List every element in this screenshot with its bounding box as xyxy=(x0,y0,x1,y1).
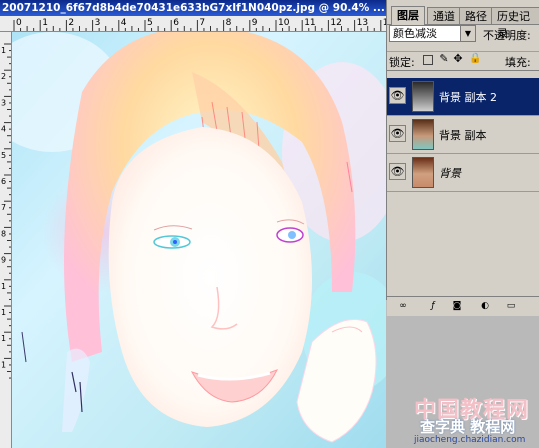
layer-name: 背景 副本 xyxy=(439,129,487,142)
horizontal-ruler[interactable]: 01234567891011121314 xyxy=(0,16,386,32)
eye-icon[interactable]: 👁 xyxy=(389,163,406,180)
ruler-tick-label: 8 xyxy=(1,229,6,238)
layers-panel: 图层 通道 路径 历史记录 颜色减淡 ▼ 不透明度: 锁定: ✎ ✥ 🔒 填充:… xyxy=(386,0,539,316)
layer-thumbnail xyxy=(412,119,434,150)
lock-label: 锁定: xyxy=(389,56,415,69)
ruler-tick-label: 7 xyxy=(199,18,205,28)
ruler-tick-label: 3 xyxy=(95,18,101,28)
vertical-ruler[interactable]: 1 2 3 4 5 6 7 8 9 1 1 1 1 xyxy=(0,32,12,448)
ruler-tick-label: 3 xyxy=(1,98,6,107)
blend-row: 颜色减淡 ▼ 不透明度: xyxy=(387,25,539,47)
layer-style-icon[interactable]: ƒ xyxy=(427,300,439,312)
ruler-tick-label: 1 xyxy=(1,282,6,291)
watermark: 中国教程网 查字典 教程网 jiaocheng.chazidian.com xyxy=(414,392,539,448)
blend-mode-select[interactable]: 颜色减淡 ▼ xyxy=(389,25,476,42)
tab-channels[interactable]: 通道 xyxy=(427,7,461,24)
opacity-label: 不透明度: xyxy=(483,29,531,42)
watermark-url: jiaocheng.chazidian.com xyxy=(414,435,526,445)
tab-layers[interactable]: 图层 xyxy=(391,6,425,25)
ruler-tick-label: 0 xyxy=(16,18,22,28)
layer-thumbnail xyxy=(412,157,434,188)
ruler-tick-label: 5 xyxy=(147,18,153,28)
ruler-tick-label: 2 xyxy=(68,18,74,28)
layers-bottom-bar: ∞ ƒ ◙ ◐ ▭ xyxy=(387,296,539,316)
lock-transparency-icon[interactable] xyxy=(423,55,433,65)
watermark-sub: 查字典 教程网 xyxy=(420,418,516,436)
layer-name: 背景 xyxy=(439,167,461,180)
layer-row[interactable]: 👁 背景 副本 2 xyxy=(387,78,539,116)
blend-mode-value: 颜色减淡 xyxy=(393,27,437,40)
horizontal-ruler-ticks: 01234567891011121314 xyxy=(13,18,386,31)
eye-icon[interactable]: 👁 xyxy=(389,87,406,104)
folder-icon[interactable]: ▭ xyxy=(505,300,517,312)
tab-history[interactable]: 历史记录 xyxy=(491,7,539,40)
image-canvas[interactable] xyxy=(12,32,386,448)
lock-brush-icon[interactable]: ✎ xyxy=(439,53,449,65)
portrait-image xyxy=(12,32,386,448)
ruler-tick-label: 4 xyxy=(1,125,6,134)
document-title-bar[interactable]: 20071210_6f67d8b4de70431e633bG7xIf1N040p… xyxy=(0,0,386,16)
ruler-tick-label: 8 xyxy=(226,18,232,28)
layer-name: 背景 副本 2 xyxy=(439,91,497,104)
link-icon[interactable]: ∞ xyxy=(397,300,409,312)
layers-list: 👁 背景 副本 2 👁 背景 副本 👁 背景 xyxy=(387,72,539,294)
ruler-tick-label: 9 xyxy=(1,256,6,265)
document-title: 20071210_6f67d8b4de70431e633bG7xIf1N040p… xyxy=(2,2,385,14)
mask-icon[interactable]: ◙ xyxy=(451,300,463,312)
ruler-tick-label: 1 xyxy=(1,360,6,369)
ruler-tick-label: 12 xyxy=(330,18,341,28)
fill-label: 填充: xyxy=(505,56,531,69)
ruler-tick-label: 13 xyxy=(357,18,368,28)
eye-icon[interactable]: 👁 xyxy=(389,125,406,142)
panel-tabs: 图层 通道 路径 历史记录 xyxy=(387,5,539,40)
ruler-tick-label: 1 xyxy=(1,46,6,55)
layer-row[interactable]: 👁 背景 副本 xyxy=(387,116,539,154)
chevron-down-icon[interactable]: ▼ xyxy=(460,26,475,41)
layer-row[interactable]: 👁 背景 xyxy=(387,154,539,192)
ruler-tick-label: 4 xyxy=(121,18,127,28)
adjustment-layer-icon[interactable]: ◐ xyxy=(479,300,491,312)
ruler-tick-label: 2 xyxy=(1,72,6,81)
ruler-tick-label: 9 xyxy=(252,18,258,28)
tab-paths[interactable]: 路径 xyxy=(459,7,493,24)
lock-position-icon[interactable]: ✥ xyxy=(453,53,463,65)
ruler-tick-label: 11 xyxy=(304,18,315,28)
vertical-ruler-ticks: 1 2 3 4 5 6 7 8 9 1 1 1 1 xyxy=(1,43,11,379)
ruler-tick-label: 6 xyxy=(1,177,6,186)
layer-thumbnail xyxy=(412,81,434,112)
ruler-tick-label: 5 xyxy=(1,151,6,160)
lock-all-icon[interactable]: 🔒 xyxy=(469,54,481,65)
ruler-tick-label: 6 xyxy=(173,18,179,28)
ruler-tick-label: 10 xyxy=(278,18,290,28)
ruler-tick-label: 7 xyxy=(1,203,6,212)
ruler-tick-label: 1 xyxy=(1,334,6,343)
ruler-tick-label: 1 xyxy=(1,308,6,317)
ruler-tick-label: 1 xyxy=(42,18,48,28)
lock-row: 锁定: ✎ ✥ 🔒 填充: xyxy=(387,51,539,71)
